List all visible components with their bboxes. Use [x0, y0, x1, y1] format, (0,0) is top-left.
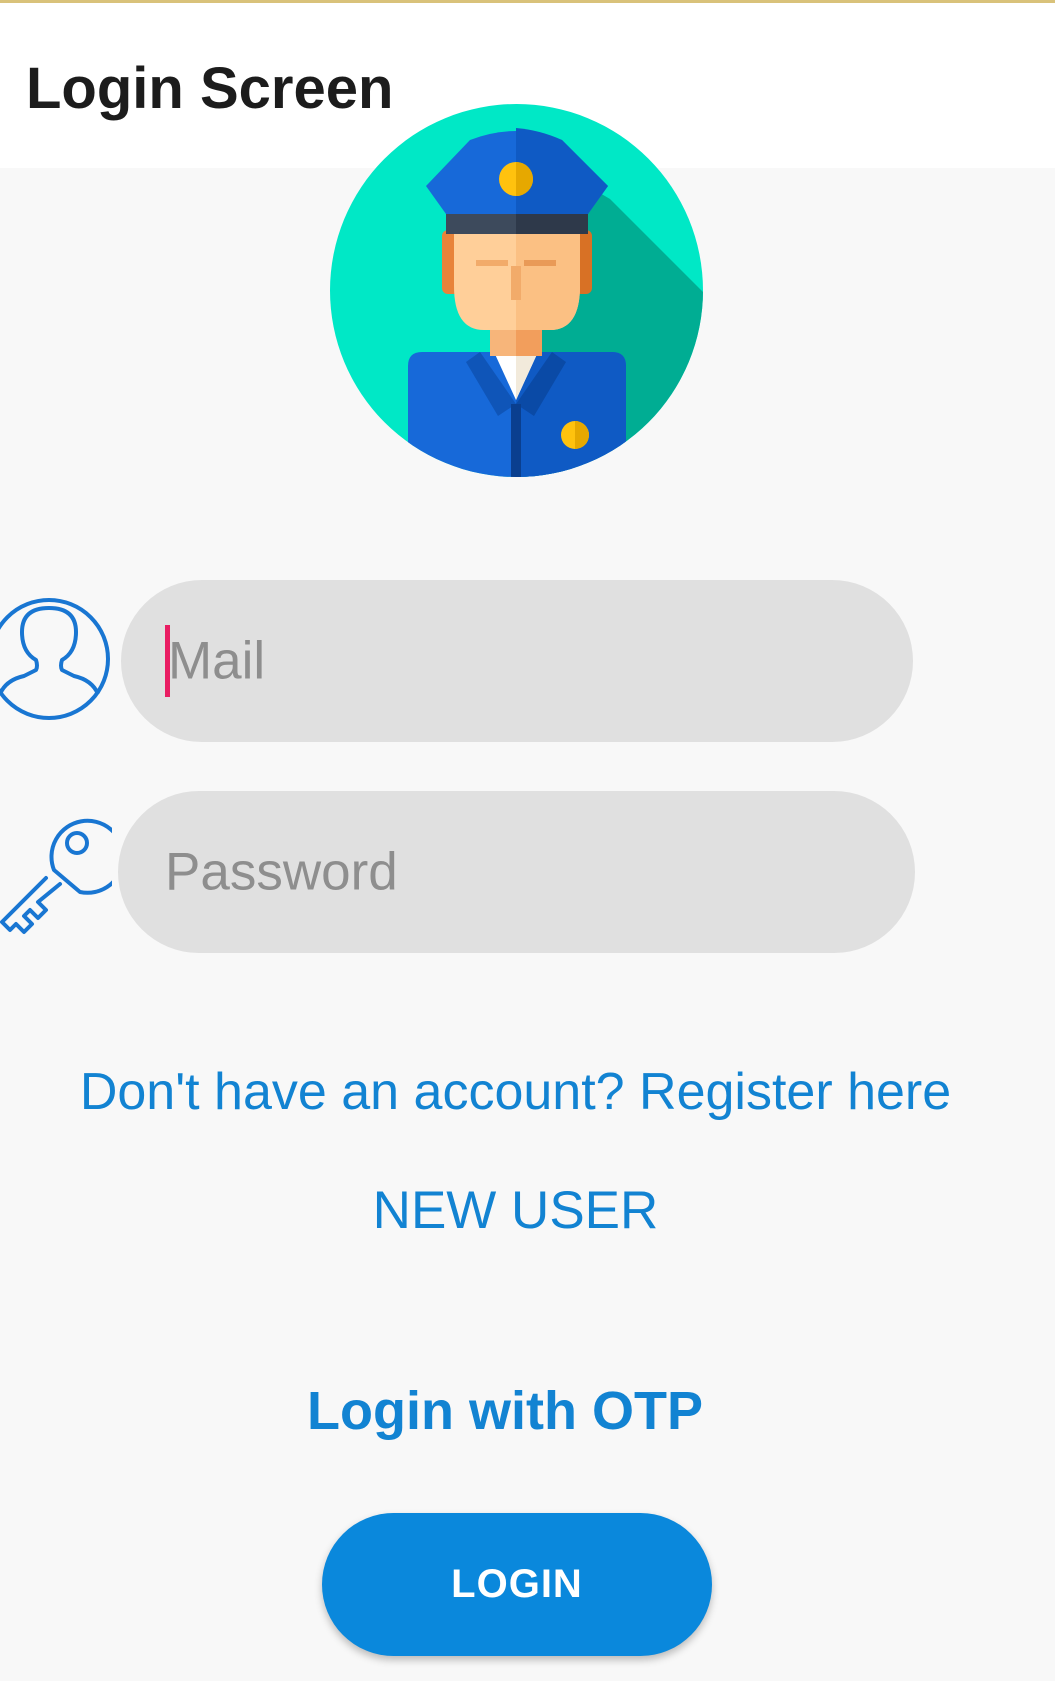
mail-placeholder: Mail: [168, 631, 266, 691]
login-with-otp-link[interactable]: Login with OTP: [0, 1380, 1010, 1442]
user-icon: [0, 598, 110, 720]
mail-field[interactable]: Mail: [121, 580, 913, 742]
register-link[interactable]: Don't have an account? Register here: [0, 1062, 1031, 1122]
police-officer-avatar-icon: [330, 104, 703, 477]
new-user-button[interactable]: NEW USER: [0, 1180, 1031, 1241]
key-icon: [0, 818, 112, 934]
password-placeholder: Password: [165, 842, 398, 902]
login-button[interactable]: LOGIN: [322, 1513, 712, 1656]
password-field[interactable]: Password: [118, 791, 915, 953]
